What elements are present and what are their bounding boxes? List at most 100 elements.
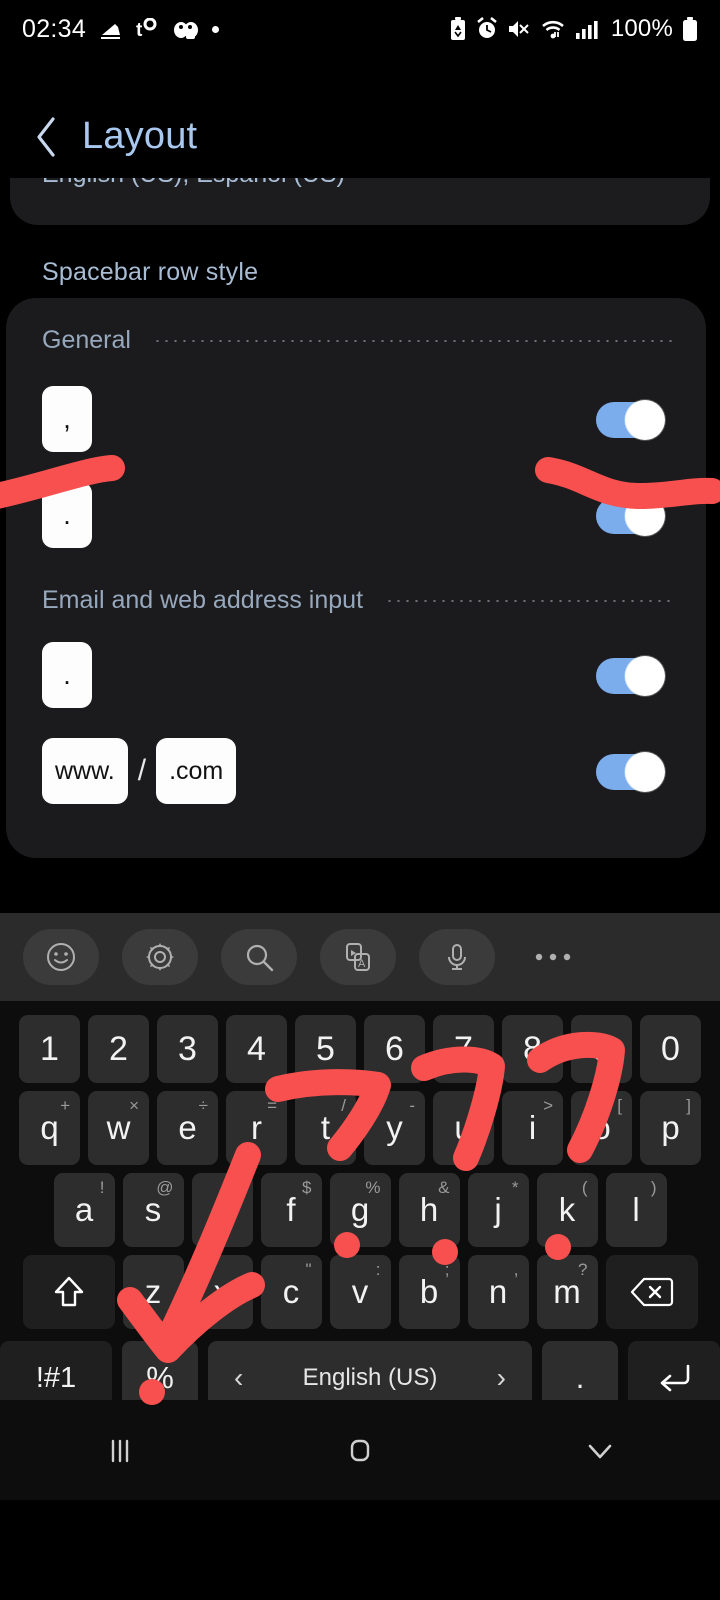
translate-icon[interactable]: A xyxy=(320,929,396,985)
backspace-icon[interactable] xyxy=(605,1255,698,1329)
toggle-knob xyxy=(625,752,665,792)
slash-separator: / xyxy=(137,754,147,787)
keyboard-key-rows: 1 2 3 4 5 6 7 8 9 0 + q × w ÷ e = r / t -y u … xyxy=(0,1001,720,1415)
key-q[interactable]: + q xyxy=(19,1091,80,1165)
key-m[interactable]: ? m xyxy=(536,1255,598,1329)
key-label: n xyxy=(488,1273,508,1310)
battery-icon xyxy=(682,16,698,42)
key-label: c xyxy=(282,1273,300,1310)
key-8[interactable]: 8 xyxy=(502,1015,563,1083)
temperature-t-icon: t xyxy=(136,18,160,40)
dotted-divider xyxy=(385,599,676,602)
key-5[interactable]: 5 xyxy=(295,1015,356,1083)
key-preview-www: www. xyxy=(42,738,128,804)
key-preview-comma: , xyxy=(42,386,92,452)
pref-row-email-period[interactable]: . xyxy=(6,640,706,710)
key-h[interactable]: & h xyxy=(398,1173,460,1247)
key-y[interactable]: -y xyxy=(364,1091,425,1165)
svg-text:A: A xyxy=(358,958,366,970)
pref-row-comma[interactable]: , xyxy=(6,384,706,454)
key-label: l xyxy=(632,1191,640,1228)
key-superscript: [ xyxy=(617,1096,622,1115)
page-title: Layout xyxy=(82,114,198,157)
on-screen-keyboard: A 1 2 3 4 5 6 7 8 9 0 + q × w ÷ e = r / … xyxy=(0,913,720,1500)
toggle-www-com[interactable] xyxy=(596,752,665,792)
key-r[interactable]: = r xyxy=(226,1091,287,1165)
key-1[interactable]: 1 xyxy=(19,1015,80,1083)
key-7[interactable]: 7 xyxy=(433,1015,494,1083)
prev-language-icon[interactable]: ‹ xyxy=(234,1362,243,1394)
key-f[interactable]: $ f xyxy=(260,1173,322,1247)
key-label: h xyxy=(419,1191,439,1228)
status-clock: 02:34 xyxy=(22,14,87,43)
settings-scroll-area[interactable]: English (US), Español (US) Spacebar row … xyxy=(0,178,720,913)
key-w[interactable]: × w xyxy=(88,1091,149,1165)
pref-row-period[interactable]: . xyxy=(6,480,706,550)
key-d[interactable]: # d xyxy=(191,1173,253,1247)
back-button[interactable] xyxy=(34,116,60,157)
key-k[interactable]: (k xyxy=(536,1173,598,1247)
selected-languages-label: English (US), Español (US) xyxy=(42,178,345,189)
language-card-clipped[interactable]: English (US), Español (US) xyxy=(10,178,710,225)
hide-keyboard-icon[interactable] xyxy=(540,1420,660,1480)
key-4[interactable]: 4 xyxy=(226,1015,287,1083)
key-e[interactable]: ÷ e xyxy=(157,1091,218,1165)
status-bar-right: 100% xyxy=(449,15,698,43)
keyboard-row-numbers: 1 2 3 4 5 6 7 8 9 0 xyxy=(0,1015,720,1083)
key-superscript: : xyxy=(375,1260,381,1279)
game-controller-icon xyxy=(173,18,199,40)
key-l[interactable]: ) l xyxy=(605,1173,667,1247)
search-icon[interactable] xyxy=(221,929,297,985)
spacebar-row-style-card: General , . Email and web address input … xyxy=(6,298,706,858)
key-b[interactable]: ; b xyxy=(398,1255,460,1329)
key-j[interactable]: * j xyxy=(467,1173,529,1247)
more-options-icon[interactable] xyxy=(523,929,583,985)
key-t[interactable]: / t xyxy=(295,1091,356,1165)
key-z[interactable]: z xyxy=(122,1255,184,1329)
key-label: w xyxy=(106,1109,131,1146)
status-bar: 02:34 t 100% xyxy=(0,0,720,58)
key-u[interactable]: u xyxy=(433,1091,494,1165)
key-superscript: % xyxy=(365,1178,381,1197)
toggle-period[interactable] xyxy=(596,496,665,536)
key-superscript: # xyxy=(233,1178,243,1197)
pref-row-www-com[interactable]: www. / .com xyxy=(6,736,706,806)
key-label: i xyxy=(528,1109,537,1146)
home-icon[interactable] xyxy=(300,1420,420,1480)
battery-saver-icon xyxy=(449,17,467,41)
chevron-left-icon xyxy=(34,116,60,157)
key-superscript: " xyxy=(305,1260,312,1279)
key-c[interactable]: " c xyxy=(260,1255,322,1329)
key-superscript: ÷ xyxy=(198,1096,208,1115)
key-0[interactable]: 0 xyxy=(640,1015,701,1083)
key-label: j xyxy=(494,1191,502,1228)
key-label: x xyxy=(213,1273,231,1310)
toggle-email-period[interactable] xyxy=(596,656,665,696)
key-v[interactable]: :v xyxy=(329,1255,391,1329)
emoji-icon[interactable] xyxy=(23,929,99,985)
key-6[interactable]: 6 xyxy=(364,1015,425,1083)
key-s[interactable]: @ s xyxy=(122,1173,184,1247)
shift-icon[interactable] xyxy=(22,1255,115,1329)
group-label: General xyxy=(42,326,131,354)
dot-icon xyxy=(212,25,220,33)
key-n[interactable]: ,n xyxy=(467,1255,529,1329)
key-p[interactable]: ] p xyxy=(640,1091,701,1165)
key-g[interactable]: % g xyxy=(329,1173,391,1247)
key-2[interactable]: 2 xyxy=(88,1015,149,1083)
toggle-comma[interactable] xyxy=(596,400,665,440)
key-label: a xyxy=(74,1191,94,1228)
key-o[interactable]: [o xyxy=(571,1091,632,1165)
keyboard-row-bottom: z x " c :v ; b ,n ? m xyxy=(0,1255,720,1329)
next-language-icon[interactable]: › xyxy=(497,1362,506,1394)
recents-icon[interactable] xyxy=(60,1420,180,1480)
key-a[interactable]: ! a xyxy=(53,1173,115,1247)
microphone-icon[interactable] xyxy=(419,929,495,985)
key-x[interactable]: x xyxy=(191,1255,253,1329)
key-3[interactable]: 3 xyxy=(157,1015,218,1083)
key-i[interactable]: > i xyxy=(502,1091,563,1165)
key-9[interactable]: 9 xyxy=(571,1015,632,1083)
gear-icon[interactable] xyxy=(122,929,198,985)
key-preview-dotcom: .com xyxy=(156,738,237,804)
space-language-label: English (US) xyxy=(302,1364,438,1391)
